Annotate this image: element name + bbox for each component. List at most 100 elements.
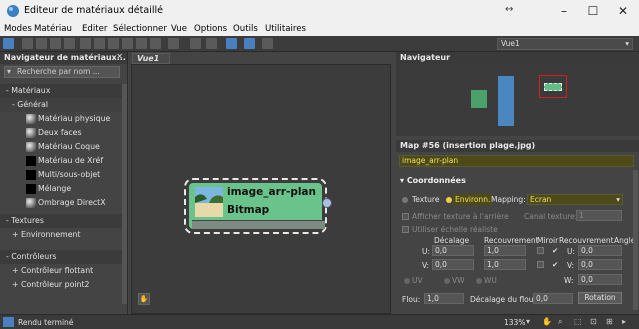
move-arrows-icon[interactable]: ↔ [505,4,513,15]
put-material-icon[interactable] [36,38,47,49]
go-sibling-icon[interactable] [206,38,217,49]
blur-field[interactable]: 1,0 [424,293,464,304]
material-item[interactable]: Ombrage DirectX [0,196,127,210]
u-label: U: [422,247,431,256]
v-mirror-checkbox[interactable] [537,261,544,268]
menu-tools[interactable]: Outils [233,24,258,34]
material-label: Deux faces [38,128,82,137]
zoom-icon[interactable]: ⌕ [558,317,562,327]
navigator-viewport-frame[interactable] [539,75,567,98]
chevron-down-icon[interactable]: ▾ [526,317,530,326]
material-item[interactable]: Matériau Coque [0,140,127,154]
u-offset-field[interactable]: 0,0 [432,245,474,256]
v-tiling-field[interactable]: 1,0 [484,259,526,270]
show-map-icon[interactable] [136,38,147,49]
layout-icon[interactable] [226,38,237,49]
u-angle-field[interactable]: 0,0 [578,245,622,256]
param-scrollbar[interactable] [633,170,638,310]
maximize-button[interactable]: ☐ [578,0,608,22]
menu-modes[interactable]: Modes [4,24,32,34]
blur-offset-label: Décalage du flou: [470,295,537,304]
mapping-dropdown[interactable]: Ecran ▾ [527,194,623,205]
u-tile-checkbox[interactable]: ✔ [552,246,558,255]
eyedropper-icon[interactable] [22,38,33,49]
search-input[interactable]: ▾ Recherche par nom ... [4,66,120,78]
group-textures[interactable]: - Textures [0,214,127,228]
show-end-result-icon[interactable] [168,38,179,49]
map-channel-field[interactable]: 1 [576,210,622,221]
tile-header: Recouvrement [559,236,614,245]
vw-radio[interactable] [444,278,450,284]
material-item[interactable]: Multi/sous-objet [0,168,127,182]
show-shaded-icon[interactable] [150,38,161,49]
v-label: V: [422,261,430,270]
tree-item-environment[interactable]: + Environnement [0,228,127,242]
layout-children-icon[interactable] [244,38,255,49]
put-library-icon[interactable] [108,38,119,49]
menu-utilities[interactable]: Utilitaires [265,24,306,34]
menu-view[interactable]: Vue [171,24,187,34]
pan-icon[interactable]: ✋ [542,317,552,326]
vw-label: VW [452,276,465,285]
select-tool-icon[interactable] [3,38,14,49]
material-swatch-icon [26,156,36,166]
zoom-region-icon[interactable]: ⬚ [574,317,582,326]
v-tiling-value: 1,0 [487,260,499,269]
delete-icon[interactable] [64,38,75,49]
unique-icon[interactable] [94,38,105,49]
show-back-checkbox[interactable] [402,213,409,220]
material-id-icon[interactable] [122,38,133,49]
close-button[interactable]: ✕ [608,0,638,22]
u-tiling-field[interactable]: 1,0 [484,245,526,256]
material-item[interactable]: Matériau physique [0,112,127,126]
tree-item-point2-controller[interactable]: + Contrôleur point2 [0,278,127,292]
u-offset-value: 0,0 [435,246,447,255]
zoom-extents-icon[interactable]: ⊡ [590,317,597,326]
zoom-extents-selected-icon[interactable]: ⊞ [606,317,613,326]
environment-radio[interactable] [446,197,452,203]
menu-edit[interactable]: Editer [82,24,107,34]
tree-item-float-controller[interactable]: + Contrôleur flottant [0,264,127,278]
material-item[interactable]: Deux faces [0,126,127,140]
rotation-button[interactable]: Rotation [578,292,622,304]
view-selector-dropdown[interactable]: Vue1 ▾ [497,38,633,50]
texture-radio[interactable] [402,197,408,203]
browser-scrollbar[interactable] [122,84,127,304]
navigator-view[interactable] [396,64,639,136]
environment-label: Environn. [453,194,493,205]
material-item[interactable]: Mélange [0,182,127,196]
rollout-coordinates[interactable]: ▾ Coordonnées [400,176,466,185]
w-angle-field[interactable]: 0,0 [578,274,622,285]
v-angle-field[interactable]: 0,0 [578,259,622,270]
uv-radio[interactable] [404,278,410,284]
v-tile-checkbox[interactable]: ✔ [552,260,558,269]
options-icon[interactable] [262,38,273,49]
tab-view1[interactable]: Vue1 [132,53,170,64]
navigator-node-green [471,90,487,108]
group-materials[interactable]: - Matériaux [0,84,127,98]
pan-hand-icon[interactable]: ✋ [138,293,150,305]
menu-material[interactable]: Matériau [34,24,72,34]
group-controllers[interactable]: - Contrôleurs [0,250,127,264]
blur-offset-field[interactable]: 0,0 [533,293,573,304]
bitmap-node[interactable]: image_arr-plan Bitmap [184,178,332,234]
view-options-icon[interactable]: ▸ [622,317,626,326]
real-scale-checkbox[interactable] [402,226,409,233]
menu-options[interactable]: Options [194,24,227,34]
group-general[interactable]: - Général [0,98,127,112]
output-port[interactable] [322,198,332,208]
node-title: image_arr-plan [227,186,316,198]
material-item[interactable]: Matériau de Xréf [0,154,127,168]
menu-select[interactable]: Sélectionner [113,24,167,34]
minimize-button[interactable]: – [549,0,579,22]
map-name-field[interactable]: image_arr-plan [399,155,634,167]
assign-material-icon[interactable] [50,38,61,49]
v-offset-field[interactable]: 0,0 [432,259,474,270]
material-swatch-icon [26,170,36,180]
go-parent-icon[interactable] [190,38,201,49]
close-icon[interactable]: ✕ [116,51,123,63]
move-children-icon[interactable] [80,38,91,49]
zoom-level[interactable]: 133% [504,318,525,327]
u-mirror-checkbox[interactable] [537,247,544,254]
wu-radio[interactable] [476,278,482,284]
